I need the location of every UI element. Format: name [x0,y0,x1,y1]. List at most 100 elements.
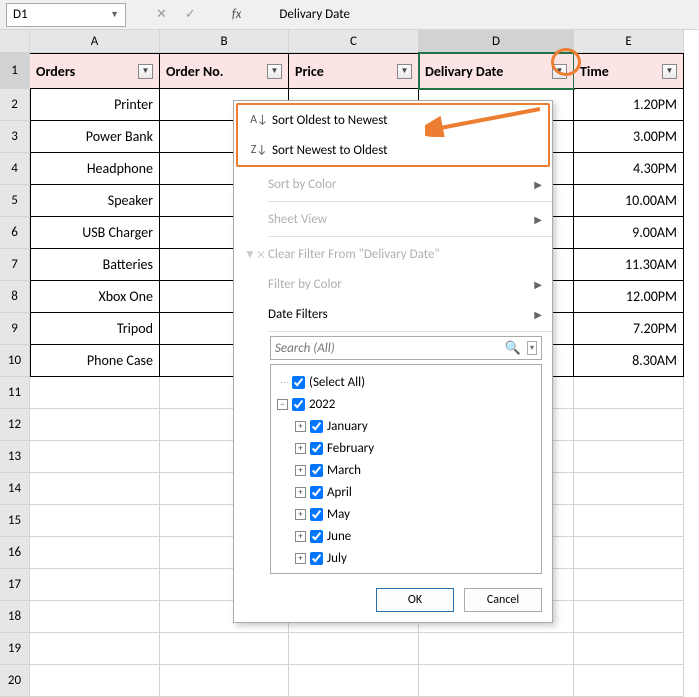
row-header[interactable]: 3 [0,121,30,153]
row-header[interactable]: 10 [0,345,30,377]
empty-cell[interactable] [289,633,419,665]
month-checkbox[interactable] [310,420,323,433]
cell-time[interactable]: 11.30AM [574,249,684,281]
month-checkbox[interactable] [310,552,323,565]
empty-cell[interactable] [160,633,289,665]
cell-orders[interactable]: Printer [30,89,160,121]
month-checkbox[interactable] [310,486,323,499]
row-header[interactable]: 7 [0,249,30,281]
row-header[interactable]: 12 [0,409,30,441]
cell-orders[interactable]: Power Bank [30,121,160,153]
date-filters[interactable]: Date Filters ▶ [234,299,552,329]
empty-cell[interactable] [30,505,160,537]
row-header[interactable]: 11 [0,377,30,409]
cell-orders[interactable]: Xbox One [30,281,160,313]
col-header-E[interactable]: E [574,30,684,53]
cell-time[interactable]: 12.00PM [574,281,684,313]
row-header[interactable]: 15 [0,505,30,537]
row-header[interactable]: 13 [0,441,30,473]
expand-icon[interactable]: + [295,465,306,476]
cell-time[interactable]: 10.00AM [574,185,684,217]
empty-cell[interactable] [30,377,160,409]
filter-button-price[interactable]: ▼ [397,64,412,79]
empty-cell[interactable] [419,665,574,697]
select-all-corner[interactable] [0,30,30,53]
empty-cell[interactable] [30,473,160,505]
empty-cell[interactable] [574,601,684,633]
empty-cell[interactable] [30,633,160,665]
cancel-button[interactable]: Cancel [464,588,542,612]
row-header[interactable]: 5 [0,185,30,217]
row-header[interactable]: 18 [0,601,30,633]
cell-orders[interactable]: Tripod [30,313,160,345]
filter-button-delivery-date[interactable]: ▼ [552,64,567,79]
row-header[interactable]: 16 [0,537,30,569]
expand-icon[interactable]: + [295,421,306,432]
empty-cell[interactable] [574,633,684,665]
row-header[interactable]: 20 [0,665,30,697]
fx-icon[interactable]: fx [232,7,242,22]
row-header[interactable]: 4 [0,153,30,185]
collapse-icon[interactable]: − [277,399,288,410]
row-header-1[interactable]: 1 [0,53,30,89]
year-checkbox[interactable] [292,398,305,411]
cell-time[interactable]: 7.20PM [574,313,684,345]
expand-icon[interactable]: + [295,553,306,564]
header-order-no[interactable]: Order No. ▼ [160,53,289,89]
empty-cell[interactable] [574,505,684,537]
month-checkbox[interactable] [310,464,323,477]
filter-button-time[interactable]: ▼ [662,64,677,79]
cancel-icon[interactable]: ✕ [156,7,167,22]
row-header[interactable]: 14 [0,473,30,505]
cell-orders[interactable]: Phone Case [30,345,160,377]
cell-time[interactable]: 3.00PM [574,121,684,153]
col-header-D[interactable]: D [419,30,574,53]
row-header[interactable]: 19 [0,633,30,665]
empty-cell[interactable] [30,441,160,473]
name-box[interactable]: D1 ▼ [6,3,126,27]
empty-cell[interactable] [574,377,684,409]
ok-button[interactable]: OK [376,588,454,612]
empty-cell[interactable] [574,441,684,473]
empty-cell[interactable] [30,409,160,441]
cell-time[interactable]: 4.30PM [574,153,684,185]
empty-cell[interactable] [574,665,684,697]
empty-cell[interactable] [30,569,160,601]
header-delivery-date[interactable]: Delivary Date ▼ [419,53,574,89]
enter-icon[interactable]: ✓ [185,7,196,22]
row-header[interactable]: 17 [0,569,30,601]
empty-cell[interactable] [289,665,419,697]
cell-orders[interactable]: Headphone [30,153,160,185]
filter-search-input[interactable] [275,341,505,356]
empty-cell[interactable] [574,537,684,569]
filter-button-orders[interactable]: ▼ [138,64,153,79]
filter-search-box[interactable]: 🔍 ▾ [270,336,542,360]
col-header-B[interactable]: B [160,30,289,53]
empty-cell[interactable] [574,473,684,505]
formula-bar-value[interactable]: Delivary Date [279,7,350,22]
month-checkbox[interactable] [310,508,323,521]
cell-time[interactable]: 9.00AM [574,217,684,249]
cell-orders[interactable]: USB Charger [30,217,160,249]
sort-oldest-newest[interactable]: A↓ Sort Oldest to Newest [238,105,548,135]
empty-cell[interactable] [574,569,684,601]
expand-icon[interactable]: + [295,487,306,498]
filter-button-orderno[interactable]: ▼ [267,64,282,79]
cell-orders[interactable]: Speaker [30,185,160,217]
empty-cell[interactable] [30,665,160,697]
month-checkbox[interactable] [310,442,323,455]
row-header[interactable]: 8 [0,281,30,313]
row-header[interactable]: 9 [0,313,30,345]
empty-cell[interactable] [419,633,574,665]
expand-icon[interactable]: + [295,531,306,542]
empty-cell[interactable] [574,409,684,441]
col-header-A[interactable]: A [30,30,160,53]
empty-cell[interactable] [30,601,160,633]
expand-icon[interactable]: + [295,509,306,520]
name-box-dropdown-icon[interactable]: ▼ [110,9,119,20]
header-time[interactable]: Time ▼ [574,53,684,89]
select-all-checkbox[interactable] [292,376,305,389]
empty-cell[interactable] [30,537,160,569]
cell-time[interactable]: 8.30AM [574,345,684,377]
header-price[interactable]: Price ▼ [289,53,419,89]
